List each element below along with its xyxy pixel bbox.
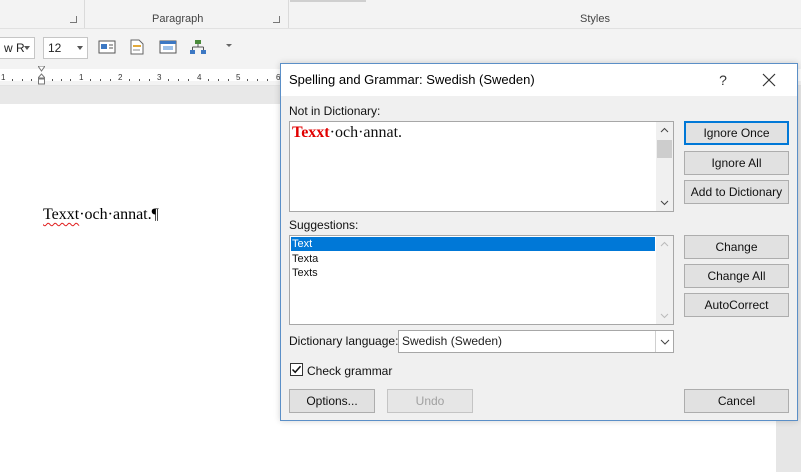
ribbon-separator [84, 0, 85, 28]
chevron-down-icon [660, 339, 670, 345]
change-all-button[interactable]: Change All [684, 264, 789, 288]
chevron-down-icon [24, 46, 30, 50]
check-grammar-label[interactable]: Check grammar [307, 364, 392, 378]
ribbon-group-labels: Paragraph Styles [0, 0, 801, 28]
suggestions-list[interactable]: Text Texta Texts [289, 235, 674, 325]
ruler-tick [188, 79, 189, 81]
ruler-number: 1 [79, 73, 84, 82]
ruler-tick [52, 79, 53, 81]
chevron-down-icon [77, 46, 83, 50]
dialog-title: Spelling and Grammar: Swedish (Sweden) [289, 72, 535, 87]
font-dialog-launcher-icon[interactable] [70, 16, 77, 23]
ruler-tick [178, 79, 179, 81]
ruler-tick [149, 79, 150, 81]
ruler-number: 1 [1, 73, 6, 82]
checkmark-icon [291, 365, 302, 374]
scroll-down-icon[interactable] [660, 311, 669, 320]
indent-marker-icon[interactable] [38, 66, 45, 86]
check-grammar-checkbox[interactable] [290, 363, 303, 376]
window-icon[interactable] [159, 39, 177, 55]
styles-group-label: Styles [580, 13, 610, 25]
text-box-icon[interactable] [98, 39, 116, 55]
not-in-dictionary-text[interactable]: Texxt·och·annat. [292, 124, 402, 142]
ruler-tick [168, 79, 169, 81]
error-word: Texxt [292, 124, 330, 141]
ruler-tick [228, 79, 229, 81]
misspelled-word[interactable]: Texxt [43, 206, 79, 223]
close-icon[interactable] [759, 70, 779, 90]
not-in-dictionary-box[interactable]: Texxt·och·annat. [289, 121, 674, 212]
dialog-titlebar[interactable]: Spelling and Grammar: Swedish (Sweden) ? [281, 64, 797, 96]
font-size-value: 12 [48, 41, 62, 55]
ribbon-separator [288, 0, 289, 28]
help-button[interactable]: ? [711, 68, 735, 92]
scroll-up-icon[interactable] [660, 240, 669, 249]
font-size-combo[interactable]: 12 [43, 37, 88, 59]
ruler-tick [12, 79, 13, 81]
ignore-all-button[interactable]: Ignore All [684, 151, 789, 175]
dictionary-language-label: Dictionary language: [289, 334, 399, 348]
dictionary-language-value: Swedish (Sweden) [402, 334, 503, 348]
paragraph-group-label: Paragraph [152, 13, 204, 25]
cancel-button[interactable]: Cancel [684, 389, 789, 413]
add-to-dictionary-button[interactable]: Add to Dictionary [684, 180, 789, 204]
more-commands-icon[interactable] [226, 44, 232, 47]
quick-toolbar: w R 12 [0, 28, 801, 64]
scroll-thumb[interactable] [657, 140, 672, 158]
ruler-tick [100, 79, 101, 81]
document-paragraph[interactable]: Texxt·och·annat.¶ [43, 206, 159, 224]
ruler-number: 2 [118, 73, 123, 82]
ruler-number: 5 [236, 73, 241, 82]
page-icon[interactable] [128, 39, 146, 55]
ruler-tick [247, 79, 248, 81]
scroll-down-icon[interactable] [660, 198, 669, 207]
scroll-up-icon[interactable] [660, 126, 669, 135]
ruler-tick [70, 79, 71, 81]
ruler-tick [267, 79, 268, 81]
autocorrect-button[interactable]: AutoCorrect [684, 293, 789, 317]
ignore-once-button[interactable]: Ignore Once [684, 121, 789, 145]
document-paragraph-rest: ·och·annat.¶ [79, 206, 159, 223]
options-button[interactable]: Options... [289, 389, 375, 413]
ruler-number: 3 [157, 73, 162, 82]
paragraph-dialog-launcher-icon[interactable] [273, 16, 280, 23]
ruler-tick [139, 79, 140, 81]
change-button[interactable]: Change [684, 235, 789, 259]
styles-gallery-edge [290, 0, 366, 2]
ruler-number: 4 [197, 73, 202, 82]
dropdown-button[interactable] [655, 331, 673, 352]
suggestion-item[interactable]: Text [291, 237, 655, 251]
font-name-combo[interactable]: w R [0, 37, 35, 59]
suggestion-item[interactable]: Texts [291, 266, 655, 280]
org-chart-icon[interactable] [189, 39, 207, 55]
sentence-rest: ·och·annat. [329, 124, 403, 141]
ruler-tick [257, 79, 258, 81]
font-name-value: w R [4, 41, 25, 55]
suggestion-item[interactable]: Texta [291, 252, 655, 266]
not-in-dictionary-label: Not in Dictionary: [289, 104, 381, 118]
suggestions-label: Suggestions: [289, 218, 359, 232]
undo-button[interactable]: Undo [387, 389, 473, 413]
suggestions-scrollbar[interactable] [656, 236, 673, 324]
ruler-tick [208, 79, 209, 81]
not-in-dictionary-scrollbar[interactable] [656, 122, 673, 211]
ruler-tick [22, 79, 23, 81]
spelling-grammar-dialog: Spelling and Grammar: Swedish (Sweden) ?… [280, 63, 798, 421]
ruler-tick [31, 79, 32, 81]
ruler-tick [110, 79, 111, 81]
ruler-tick [90, 79, 91, 81]
ruler-tick [61, 79, 62, 81]
ruler-tick [129, 79, 130, 81]
dictionary-language-select[interactable]: Swedish (Sweden) [398, 330, 674, 353]
ruler-tick [218, 79, 219, 81]
